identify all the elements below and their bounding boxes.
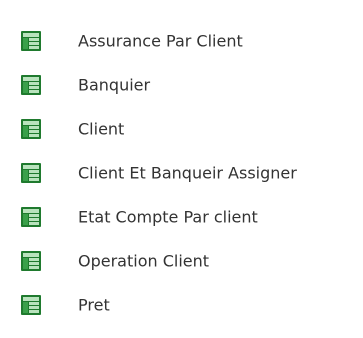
list-item-label: Pret xyxy=(78,295,110,315)
list-item-label: Client Et Banqueir Assigner xyxy=(78,163,297,183)
table-icon xyxy=(21,295,41,315)
list-item-client[interactable]: Client xyxy=(0,107,363,151)
list-item-label: Banquier xyxy=(78,75,151,95)
list-item-assurance-par-client[interactable]: Assurance Par Client xyxy=(0,19,363,63)
list-item-label: Etat Compte Par client xyxy=(78,207,258,227)
list-item-label: Operation Client xyxy=(78,251,210,271)
navigation-object-list: Assurance Par Client Banquier Client Cli… xyxy=(0,19,363,327)
list-item-banquier[interactable]: Banquier xyxy=(0,63,363,107)
table-icon xyxy=(21,31,41,51)
table-icon xyxy=(21,251,41,271)
table-icon xyxy=(21,163,41,183)
list-item-pret[interactable]: Pret xyxy=(0,283,363,327)
list-item-etat-compte-par-client[interactable]: Etat Compte Par client xyxy=(0,195,363,239)
list-item-label: Assurance Par Client xyxy=(78,31,243,51)
table-icon xyxy=(21,119,41,139)
table-icon xyxy=(21,75,41,95)
list-item-label: Client xyxy=(78,119,125,139)
table-icon xyxy=(21,207,41,227)
list-item-client-et-banqueir-assigner[interactable]: Client Et Banqueir Assigner xyxy=(0,151,363,195)
list-item-operation-client[interactable]: Operation Client xyxy=(0,239,363,283)
